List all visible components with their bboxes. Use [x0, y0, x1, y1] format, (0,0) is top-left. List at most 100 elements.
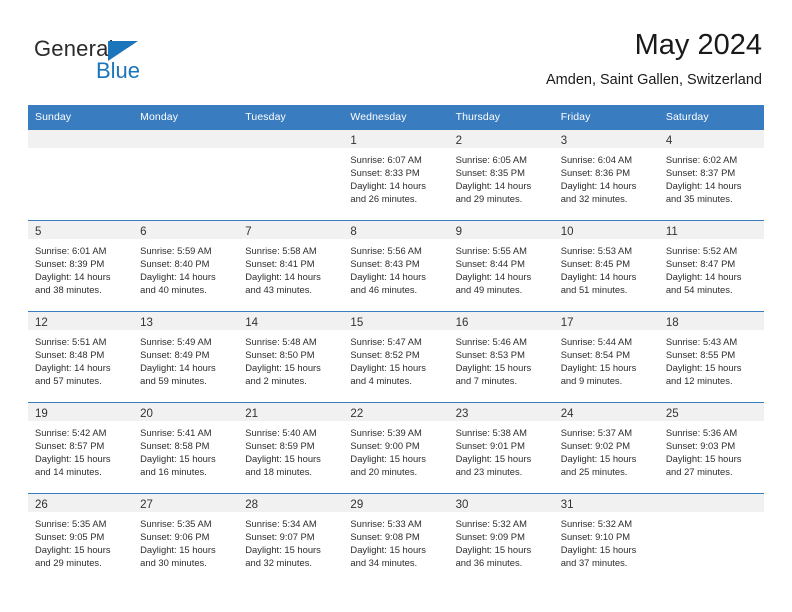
calendar-day-cell[interactable]: 4 Sunrise: 6:02 AM Sunset: 8:37 PM Daylight…	[658, 129, 764, 221]
calendar-day-cell[interactable]: 6 Sunrise: 5:59 AM Sunset: 8:40 PM Daylight…	[133, 220, 239, 312]
daylight-text: Daylight: 14 hours and 38 minutes.	[35, 271, 111, 296]
calendar-day-cell[interactable]: 28 Sunrise: 5:34 AM Sunset: 9:07 PM Dayligh…	[238, 493, 344, 584]
calendar-day-cell[interactable]: 27 Sunrise: 5:35 AM Sunset: 9:06 PM Dayligh…	[133, 493, 239, 584]
sunrise-text: Sunrise: 5:51 AM	[35, 336, 107, 347]
day-cell-content	[658, 494, 764, 584]
sunrise-text: Sunrise: 5:52 AM	[665, 245, 738, 256]
day-info: Sunrise: 5:32 AM Sunset: 9:10 PM Daylight:…	[554, 512, 659, 569]
day-number-bar: 24	[553, 403, 659, 421]
day-number: 18	[665, 317, 679, 329]
daylight-text: Daylight: 15 hours and 27 minutes.	[665, 453, 742, 478]
sunset-text: Sunset: 9:03 PM	[665, 440, 736, 452]
day-info: Sunrise: 6:02 AM Sunset: 8:37 PM Daylight:…	[659, 148, 764, 205]
calendar-day-cell[interactable]: 15 Sunrise: 5:47 AM Sunset: 8:52 PM Dayligh…	[343, 311, 449, 403]
day-number-bar: 15	[343, 312, 449, 330]
calendar-day-cell[interactable]: 7 Sunrise: 5:58 AM Sunset: 8:41 PM Daylight…	[238, 220, 344, 312]
calendar-day-cell[interactable]: 13 Sunrise: 5:49 AM Sunset: 8:49 PM Dayligh…	[133, 311, 239, 403]
calendar-day-cell[interactable]: 2 Sunrise: 6:05 AM Sunset: 8:35 PM Daylight…	[448, 129, 554, 221]
sunrise-text: Sunrise: 6:01 AM	[35, 245, 107, 256]
day-number: 1	[350, 135, 357, 147]
calendar-day-cell[interactable]: 9 Sunrise: 5:55 AM Sunset: 8:44 PM Daylight…	[448, 220, 554, 312]
calendar-day-cell[interactable]: 29 Sunrise: 5:33 AM Sunset: 9:08 PM Dayligh…	[343, 493, 449, 584]
calendar-day-cell[interactable]: 20 Sunrise: 5:41 AM Sunset: 8:58 PM Dayligh…	[133, 402, 239, 494]
calendar-day-cell[interactable]: 1 Sunrise: 6:07 AM Sunset: 8:33 PM Daylight…	[343, 129, 449, 221]
sunrise-text: Sunrise: 5:56 AM	[350, 245, 422, 256]
sunset-text: Sunset: 8:37 PM	[665, 167, 736, 179]
calendar-day-cell[interactable]: 23 Sunrise: 5:38 AM Sunset: 9:01 PM Dayligh…	[448, 402, 554, 494]
sunrise-text: Sunrise: 5:39 AM	[350, 427, 422, 438]
weekday-header-friday: Friday	[553, 105, 659, 130]
day-number-bar: 9	[448, 221, 554, 239]
weekday-header-monday: Monday	[133, 105, 239, 130]
page-subtitle: Amden, Saint Gallen, Switzerland	[546, 72, 762, 88]
sunset-text: Sunset: 9:09 PM	[455, 531, 525, 543]
calendar-day-cell[interactable]	[238, 129, 344, 221]
day-number-bar: 19	[28, 403, 134, 421]
calendar-day-cell[interactable]: 3 Sunrise: 6:04 AM Sunset: 8:36 PM Daylight…	[553, 129, 659, 221]
page-header: General Blue May 2024 Amden, Saint Galle…	[28, 28, 762, 98]
day-info: Sunrise: 5:46 AM Sunset: 8:53 PM Daylight:…	[449, 330, 554, 387]
calendar-day-cell[interactable]: 8 Sunrise: 5:56 AM Sunset: 8:43 PM Daylight…	[343, 220, 449, 312]
sunset-text: Sunset: 9:07 PM	[245, 531, 315, 543]
day-info: Sunrise: 5:35 AM Sunset: 9:06 PM Daylight:…	[133, 512, 238, 569]
sunrise-text: Sunrise: 5:46 AM	[455, 336, 527, 347]
calendar-day-cell[interactable]: 22 Sunrise: 5:39 AM Sunset: 9:00 PM Dayligh…	[343, 402, 449, 494]
day-number-bar: 30	[448, 494, 554, 512]
day-number: 30	[455, 499, 469, 511]
day-number: 19	[35, 408, 48, 420]
day-number: 20	[140, 408, 153, 420]
day-cell-content: 12 Sunrise: 5:51 AM Sunset: 8:48 PM Dayligh…	[28, 312, 134, 402]
day-cell-content	[238, 130, 344, 220]
calendar-day-cell[interactable]: 19 Sunrise: 5:42 AM Sunset: 8:57 PM Dayligh…	[28, 402, 134, 494]
sunset-text: Sunset: 9:00 PM	[350, 440, 420, 452]
day-info: Sunrise: 5:55 AM Sunset: 8:44 PM Daylight:…	[449, 239, 554, 296]
sunrise-text: Sunrise: 5:41 AM	[140, 427, 212, 438]
day-info: Sunrise: 5:38 AM Sunset: 9:01 PM Daylight:…	[449, 421, 554, 478]
calendar-day-cell[interactable]: 30 Sunrise: 5:32 AM Sunset: 9:09 PM Dayligh…	[448, 493, 554, 584]
day-number: 14	[245, 317, 259, 329]
calendar-day-cell[interactable]: 24 Sunrise: 5:37 AM Sunset: 9:02 PM Dayligh…	[553, 402, 659, 494]
sunset-text: Sunset: 8:49 PM	[140, 349, 210, 361]
sunrise-text: Sunrise: 5:55 AM	[455, 245, 527, 256]
sunset-text: Sunset: 8:58 PM	[140, 440, 210, 452]
calendar-day-cell[interactable]: 14 Sunrise: 5:48 AM Sunset: 8:50 PM Dayligh…	[238, 311, 344, 403]
day-number: 28	[245, 499, 259, 511]
calendar-day-cell[interactable]: 10 Sunrise: 5:53 AM Sunset: 8:45 PM Dayligh…	[553, 220, 659, 312]
day-number: 29	[350, 499, 364, 511]
calendar-day-cell[interactable]	[658, 493, 764, 584]
day-number-bar: 2	[448, 130, 554, 148]
day-cell-content: 25 Sunrise: 5:36 AM Sunset: 9:03 PM Dayligh…	[658, 403, 764, 493]
sunrise-text: Sunrise: 5:48 AM	[245, 336, 317, 347]
calendar-day-cell[interactable]: 21 Sunrise: 5:40 AM Sunset: 8:59 PM Dayligh…	[238, 402, 344, 494]
calendar-day-cell[interactable]: 31 Sunrise: 5:32 AM Sunset: 9:10 PM Dayligh…	[553, 493, 659, 584]
sunset-text: Sunset: 9:10 PM	[560, 531, 631, 543]
day-number-bar: 25	[658, 403, 764, 421]
calendar-day-cell[interactable]: 11 Sunrise: 5:52 AM Sunset: 8:47 PM Dayligh…	[658, 220, 764, 312]
sunset-text: Sunset: 8:55 PM	[665, 349, 736, 361]
day-cell-content: 17 Sunrise: 5:44 AM Sunset: 8:54 PM Dayligh…	[553, 312, 659, 402]
day-number: 10	[560, 226, 574, 238]
day-number: 13	[140, 317, 153, 329]
calendar-day-cell[interactable]: 25 Sunrise: 5:36 AM Sunset: 9:03 PM Dayligh…	[658, 402, 764, 494]
calendar-day-cell[interactable]: 16 Sunrise: 5:46 AM Sunset: 8:53 PM Dayligh…	[448, 311, 554, 403]
day-number-bar: 22	[343, 403, 449, 421]
day-cell-content: 15 Sunrise: 5:47 AM Sunset: 8:52 PM Dayligh…	[343, 312, 449, 402]
calendar-header-row: Sunday Monday Tuesday Wednesday Thursday…	[28, 105, 764, 130]
day-cell-content: 10 Sunrise: 5:53 AM Sunset: 8:45 PM Dayligh…	[553, 221, 659, 311]
calendar-day-cell[interactable]: 18 Sunrise: 5:43 AM Sunset: 8:55 PM Dayligh…	[658, 311, 764, 403]
daylight-text: Daylight: 15 hours and 4 minutes.	[350, 362, 426, 387]
calendar-day-cell[interactable]: 26 Sunrise: 5:35 AM Sunset: 9:05 PM Dayligh…	[28, 493, 134, 584]
day-info: Sunrise: 5:53 AM Sunset: 8:45 PM Daylight:…	[554, 239, 659, 296]
calendar-day-cell[interactable]: 17 Sunrise: 5:44 AM Sunset: 8:54 PM Dayligh…	[553, 311, 659, 403]
calendar-day-cell[interactable]: 5 Sunrise: 6:01 AM Sunset: 8:39 PM Daylight…	[28, 220, 134, 312]
day-number-bar: 13	[133, 312, 239, 330]
calendar-day-cell[interactable]: 12 Sunrise: 5:51 AM Sunset: 8:48 PM Dayligh…	[28, 311, 134, 403]
day-info: Sunrise: 5:39 AM Sunset: 9:00 PM Daylight:…	[343, 421, 448, 478]
daylight-text: Daylight: 14 hours and 46 minutes.	[350, 271, 426, 296]
calendar-day-cell[interactable]	[133, 129, 239, 221]
day-info: Sunrise: 5:34 AM Sunset: 9:07 PM Daylight:…	[238, 512, 343, 569]
day-number-bar: 20	[133, 403, 239, 421]
calendar-day-cell[interactable]	[28, 129, 134, 221]
day-cell-content: 8 Sunrise: 5:56 AM Sunset: 8:43 PM Daylight…	[343, 221, 449, 311]
daylight-text: Daylight: 14 hours and 59 minutes.	[140, 362, 216, 387]
